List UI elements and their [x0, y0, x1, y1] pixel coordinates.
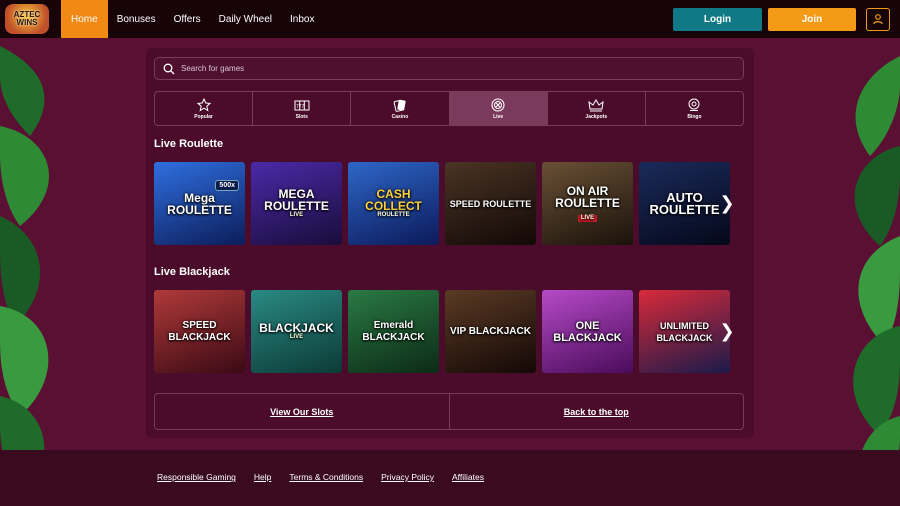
game-tile[interactable]: Mega ROULETTE 500x [154, 162, 245, 245]
category-tabs: Popular 777 Slots Casino Live Jackpots B… [154, 91, 744, 126]
footer-nav: Responsible Gaming Help Terms & Conditio… [157, 472, 484, 482]
nav-daily-wheel[interactable]: Daily Wheel [210, 0, 281, 38]
game-tile[interactable]: AUTO ROULETTE [639, 162, 730, 245]
game-title: VIP BLACKJACK [450, 325, 531, 337]
game-subtitle: LIVE [289, 334, 304, 340]
game-tile[interactable]: MEGA ROULETTE LIVE [251, 162, 342, 245]
tab-live[interactable]: Live [449, 92, 548, 125]
brand-logo[interactable]: AZTEC WINS [0, 0, 54, 38]
chevron-right-icon: ❯ [719, 321, 735, 341]
game-tile[interactable]: CASH COLLECT ROULETTE [348, 162, 439, 245]
back-to-top-link[interactable]: Back to the top [450, 394, 744, 429]
footer-link-terms[interactable]: Terms & Conditions [289, 472, 363, 482]
game-row-roulette: Mega ROULETTE 500x MEGA ROULETTE LIVE CAS… [154, 162, 730, 245]
nav-home[interactable]: Home [61, 0, 108, 38]
game-title: ONE BLACKJACK [553, 319, 622, 344]
top-navigation-bar: AZTEC WINS Home Bonuses Offers Daily Whe… [0, 0, 900, 38]
tab-bingo[interactable]: Bingo [646, 92, 743, 125]
tab-label: Popular [194, 113, 213, 120]
logo-text-line2: WINS [16, 18, 38, 27]
nav-inbox[interactable]: Inbox [281, 0, 323, 38]
game-tile[interactable]: ON AIR ROULETTE LIVE [542, 162, 633, 245]
crown-icon [588, 98, 604, 111]
slot-machine-icon: 777 [294, 100, 310, 110]
game-title: AUTO ROULETTE [649, 189, 720, 217]
footer-link-help[interactable]: Help [254, 472, 271, 482]
view-slots-link[interactable]: View Our Slots [155, 394, 450, 429]
multiplier-badge: 500x [215, 180, 239, 191]
game-tile[interactable]: Emerald BLACKJACK [348, 290, 439, 373]
game-subtitle: LIVE [577, 215, 598, 222]
nav-offers[interactable]: Offers [165, 0, 210, 38]
game-title: CASH COLLECT ROULETTE [348, 188, 439, 219]
game-title: MEGA ROULETTE LIVE [251, 188, 342, 219]
game-title-text: CASH COLLECT [365, 187, 422, 213]
star-icon [196, 97, 211, 112]
game-title: SPEED ROULETTE [449, 198, 532, 209]
game-title: ON AIR ROULETTE LIVE [542, 185, 633, 222]
footer-link-privacy[interactable]: Privacy Policy [381, 472, 434, 482]
game-title-text: MEGA ROULETTE [264, 187, 329, 213]
jungle-leaves-left [0, 46, 49, 496]
game-title-text: ON AIR ROULETTE [555, 184, 620, 210]
game-title-text: BLACKJACK [259, 321, 334, 335]
game-tile[interactable]: VIP BLACKJACK [445, 290, 536, 373]
logo-badge: AZTEC WINS [5, 4, 49, 34]
game-title: BLACKJACK LIVE [255, 322, 338, 341]
scroll-right-arrow[interactable]: ❯ [719, 162, 735, 245]
tab-label: Slots [295, 113, 308, 120]
game-tile[interactable]: SPEED BLACKJACK [154, 290, 245, 373]
tab-label: Live [493, 113, 504, 120]
user-account-button[interactable] [866, 7, 890, 31]
game-tile[interactable]: ONE BLACKJACK [542, 290, 633, 373]
game-tile[interactable]: UNLIMITED BLACKJACK [639, 290, 730, 373]
user-icon [873, 14, 883, 25]
svg-text:777: 777 [296, 104, 305, 110]
chip-icon [491, 97, 505, 112]
tab-label: Casino [391, 113, 409, 120]
game-tile[interactable]: SPEED ROULETTE [445, 162, 536, 245]
section-title-live-blackjack: Live Blackjack [154, 266, 230, 278]
search-icon [163, 63, 175, 74]
scroll-right-arrow[interactable]: ❯ [719, 290, 735, 373]
game-row-blackjack: SPEED BLACKJACK BLACKJACK LIVE Emerald BL… [154, 290, 730, 373]
footer-link-responsible-gaming[interactable]: Responsible Gaming [157, 472, 236, 482]
search-bar[interactable]: Search for games [154, 57, 744, 80]
game-title: SPEED BLACKJACK [168, 319, 231, 343]
tab-slots[interactable]: 777 Slots [253, 92, 352, 125]
bottom-links: View Our Slots Back to the top [154, 393, 744, 430]
tab-label: Bingo [687, 113, 702, 120]
nav-bonuses[interactable]: Bonuses [108, 0, 165, 38]
chevron-right-icon: ❯ [719, 193, 735, 213]
section-title-live-roulette: Live Roulette [154, 138, 224, 150]
tab-casino[interactable]: Casino [351, 92, 450, 125]
main-content-panel: Search for games Popular 777 Slots Casin… [146, 48, 754, 438]
tab-popular[interactable]: Popular [155, 92, 254, 125]
game-subtitle: LIVE [289, 212, 304, 218]
game-subtitle: ROULETTE [377, 212, 410, 218]
account-actions: Login Join [673, 7, 890, 31]
bingo-ball-icon [688, 98, 700, 111]
search-input[interactable]: Search for games [181, 64, 244, 73]
main-nav: Home Bonuses Offers Daily Wheel Inbox [61, 0, 323, 38]
tab-label: Jackpots [585, 113, 608, 120]
site-footer: Responsible Gaming Help Terms & Conditio… [0, 450, 900, 506]
footer-link-affiliates[interactable]: Affiliates [452, 472, 484, 482]
game-title: Emerald BLACKJACK [362, 319, 425, 343]
login-button[interactable]: Login [673, 7, 762, 31]
tab-jackpots[interactable]: Jackpots [548, 92, 646, 125]
game-title: Mega ROULETTE [167, 190, 232, 217]
game-title: UNLIMITED BLACKJACK [656, 320, 713, 343]
join-button[interactable]: Join [768, 7, 856, 31]
jungle-leaves-right [853, 56, 900, 506]
cards-icon [393, 99, 406, 112]
game-tile[interactable]: BLACKJACK LIVE [251, 290, 342, 373]
